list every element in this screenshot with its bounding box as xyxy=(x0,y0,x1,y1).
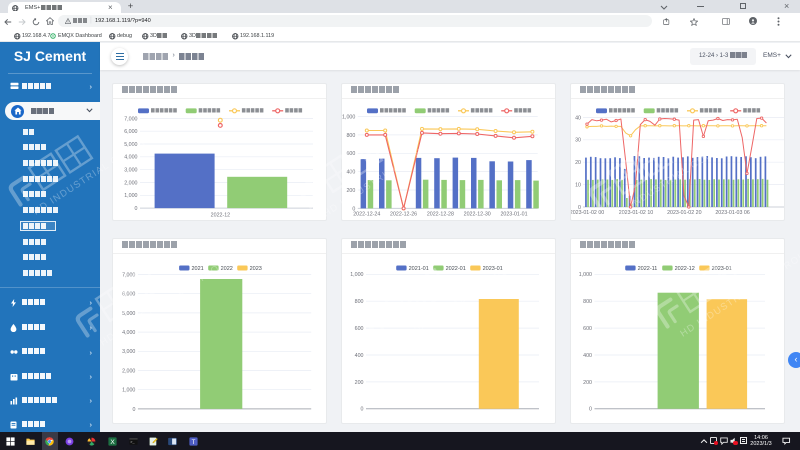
svg-text:X: X xyxy=(110,438,115,445)
svg-text:0: 0 xyxy=(361,407,364,413)
svg-text:4,000: 4,000 xyxy=(122,330,135,336)
svg-text:200: 200 xyxy=(355,380,364,386)
svg-text:4,000: 4,000 xyxy=(124,155,137,161)
svg-text:400: 400 xyxy=(346,170,355,176)
svg-text:200: 200 xyxy=(583,380,592,386)
svg-text:T: T xyxy=(191,438,195,445)
svg-text:10: 10 xyxy=(575,183,581,189)
svg-text:2,000: 2,000 xyxy=(122,368,135,374)
svg-text:2021: 2021 xyxy=(192,266,204,272)
svg-text:2023-01: 2023-01 xyxy=(483,266,503,272)
svg-text:2023-01-03 06: 2023-01-03 06 xyxy=(715,210,750,216)
svg-text:1,000: 1,000 xyxy=(579,272,592,278)
svg-text:400: 400 xyxy=(583,353,592,359)
svg-text:2023-01-01: 2023-01-01 xyxy=(500,212,527,218)
svg-text:1,000: 1,000 xyxy=(342,114,355,120)
svg-text:2023-01-02 10: 2023-01-02 10 xyxy=(619,210,654,216)
svg-text:2022-12-24: 2022-12-24 xyxy=(353,212,380,218)
svg-text:0: 0 xyxy=(132,407,135,413)
svg-text:2023: 2023 xyxy=(250,266,262,272)
svg-text:3,000: 3,000 xyxy=(122,349,135,355)
svg-text:600: 600 xyxy=(355,326,364,332)
svg-text:600: 600 xyxy=(346,151,355,157)
svg-text:6,000: 6,000 xyxy=(122,292,135,298)
svg-text:5,000: 5,000 xyxy=(124,142,137,148)
svg-text:200: 200 xyxy=(346,188,355,194)
svg-text:>_: >_ xyxy=(130,440,135,445)
svg-text:7,000: 7,000 xyxy=(122,272,135,278)
svg-text:2022-12-26: 2022-12-26 xyxy=(390,212,417,218)
svg-text:800: 800 xyxy=(346,133,355,139)
svg-text:2022-12: 2022-12 xyxy=(675,266,695,272)
svg-text:800: 800 xyxy=(583,299,592,305)
svg-text:0: 0 xyxy=(135,206,138,212)
svg-text:20: 20 xyxy=(575,160,581,166)
svg-text:1,000: 1,000 xyxy=(122,388,135,394)
svg-text:2022-11: 2022-11 xyxy=(638,266,658,272)
svg-text:30: 30 xyxy=(575,138,581,144)
svg-text:2023-01-02 00: 2023-01-02 00 xyxy=(571,210,604,216)
svg-text:2022-12: 2022-12 xyxy=(211,213,230,219)
svg-text:800: 800 xyxy=(355,299,364,305)
svg-text:6,000: 6,000 xyxy=(124,129,137,135)
svg-text:40: 40 xyxy=(575,115,581,121)
svg-text:400: 400 xyxy=(355,353,364,359)
svg-text:600: 600 xyxy=(583,326,592,332)
svg-text:2021-01: 2021-01 xyxy=(409,266,429,272)
svg-text:0: 0 xyxy=(589,407,592,413)
svg-text:5,000: 5,000 xyxy=(122,311,135,317)
svg-text:2022-12-30: 2022-12-30 xyxy=(464,212,491,218)
svg-text:2022-01: 2022-01 xyxy=(446,266,466,272)
svg-text:1,000: 1,000 xyxy=(124,193,137,199)
svg-text:2023-01: 2023-01 xyxy=(712,266,732,272)
svg-text:7,000: 7,000 xyxy=(124,116,137,122)
svg-text:2023-01-02 20: 2023-01-02 20 xyxy=(667,210,702,216)
svg-text:1,000: 1,000 xyxy=(350,272,363,278)
svg-text:2022-12-28: 2022-12-28 xyxy=(427,212,454,218)
svg-text:2,000: 2,000 xyxy=(124,180,137,186)
svg-text:2022: 2022 xyxy=(221,266,233,272)
svg-text:3,000: 3,000 xyxy=(124,168,137,174)
